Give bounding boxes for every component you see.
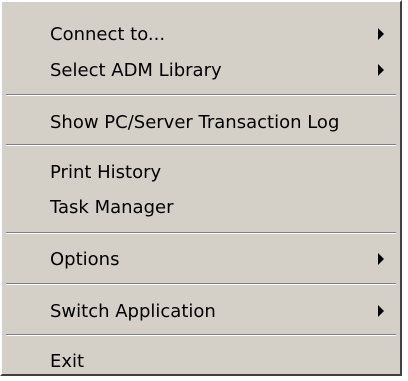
menu-item-label: Switch Application — [50, 300, 216, 322]
menu-separator — [6, 232, 396, 234]
submenu-arrow-icon — [378, 28, 384, 40]
menu-item-label: Show PC/Server Transaction Log — [50, 111, 340, 133]
menu-item-label: Exit — [50, 350, 85, 372]
submenu-arrow-icon — [378, 253, 384, 265]
menu-item-show-transaction-log[interactable]: Show PC/Server Transaction Log — [4, 106, 398, 138]
menu-item-options[interactable]: Options — [4, 243, 398, 275]
menu-item-label: Select ADM Library — [50, 59, 222, 81]
menu-item-switch-application[interactable]: Switch Application — [4, 295, 398, 327]
menu-item-exit[interactable]: Exit — [4, 345, 398, 377]
menu-item-label: Task Manager — [50, 196, 174, 218]
menu-item-task-manager[interactable]: Task Manager — [4, 191, 398, 223]
menu-item-select-adm-library[interactable]: Select ADM Library — [4, 54, 398, 86]
submenu-arrow-icon — [378, 305, 384, 317]
menu-item-connect-to[interactable]: Connect to... — [4, 18, 398, 50]
menu-separator — [6, 334, 396, 336]
menu-item-label: Options — [50, 248, 120, 270]
menu-item-label: Print History — [50, 161, 162, 183]
submenu-arrow-icon — [378, 64, 384, 76]
menu-separator — [6, 283, 396, 285]
context-menu: Connect to... Select ADM Library Show PC… — [0, 0, 402, 376]
menu-item-print-history[interactable]: Print History — [4, 156, 398, 188]
menu-separator — [6, 144, 396, 146]
menu-separator — [6, 94, 396, 96]
menu-item-label: Connect to... — [50, 23, 166, 45]
